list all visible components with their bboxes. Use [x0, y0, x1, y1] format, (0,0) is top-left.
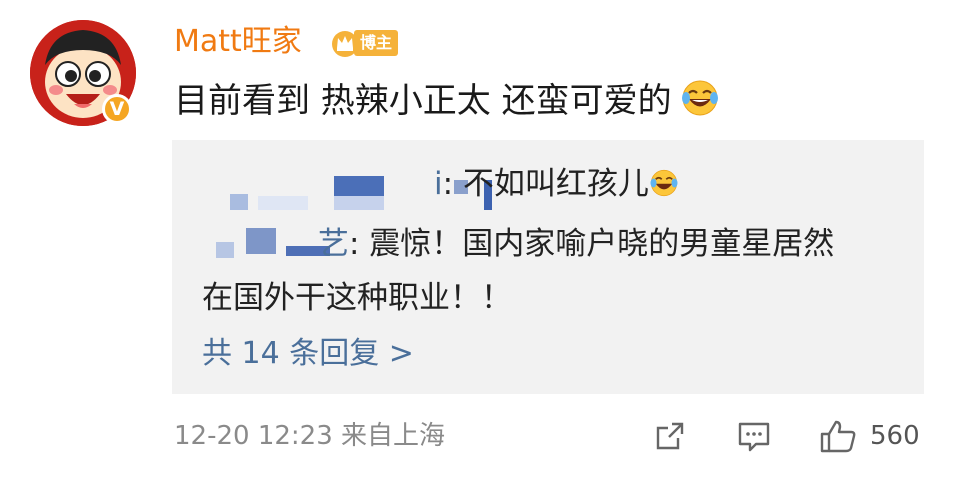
like-count: 560 [870, 421, 920, 451]
reply-text: : 震惊！国内家喻户晓的男童星居然 [349, 226, 835, 262]
laughing-tears-emoji [681, 80, 718, 116]
post-text: 目前看到 热辣小正太 还蛮可爱的 [174, 78, 720, 124]
reply-preview-box[interactable]: i: 不如叫红孩儿 艺: 震惊！国内家喻户晓的男童星居然 在国外干这种职业！！ … [172, 140, 924, 394]
blurred-username [230, 176, 492, 210]
reply-author[interactable]: i [434, 166, 443, 202]
more-replies-link[interactable]: 共 14 条回复 > [202, 332, 414, 376]
reply-text: : 不如叫红孩儿 [442, 166, 649, 202]
reply-author[interactable]: 艺 [318, 226, 349, 262]
reply-item: 艺: 震惊！国内家喻户晓的男童星居然 [318, 222, 834, 266]
blogger-badge-label: 博主 [354, 30, 399, 56]
username[interactable]: Matt旺家 [174, 22, 302, 62]
verified-badge: V [102, 94, 132, 124]
thumbs-up-icon[interactable] [818, 418, 858, 454]
blogger-badge: 博主 [330, 28, 399, 58]
post-text-content: 目前看到 热辣小正太 还蛮可爱的 [174, 81, 672, 121]
comment-icon[interactable] [736, 418, 772, 454]
laughing-tears-emoji [650, 169, 678, 197]
reply-item: i: 不如叫红孩儿 [434, 162, 679, 206]
post-timestamp: 12-20 12:23 来自上海 [174, 421, 446, 451]
reply-text-continued: 在国外干这种职业！！ [202, 280, 512, 316]
share-icon[interactable] [652, 418, 688, 454]
